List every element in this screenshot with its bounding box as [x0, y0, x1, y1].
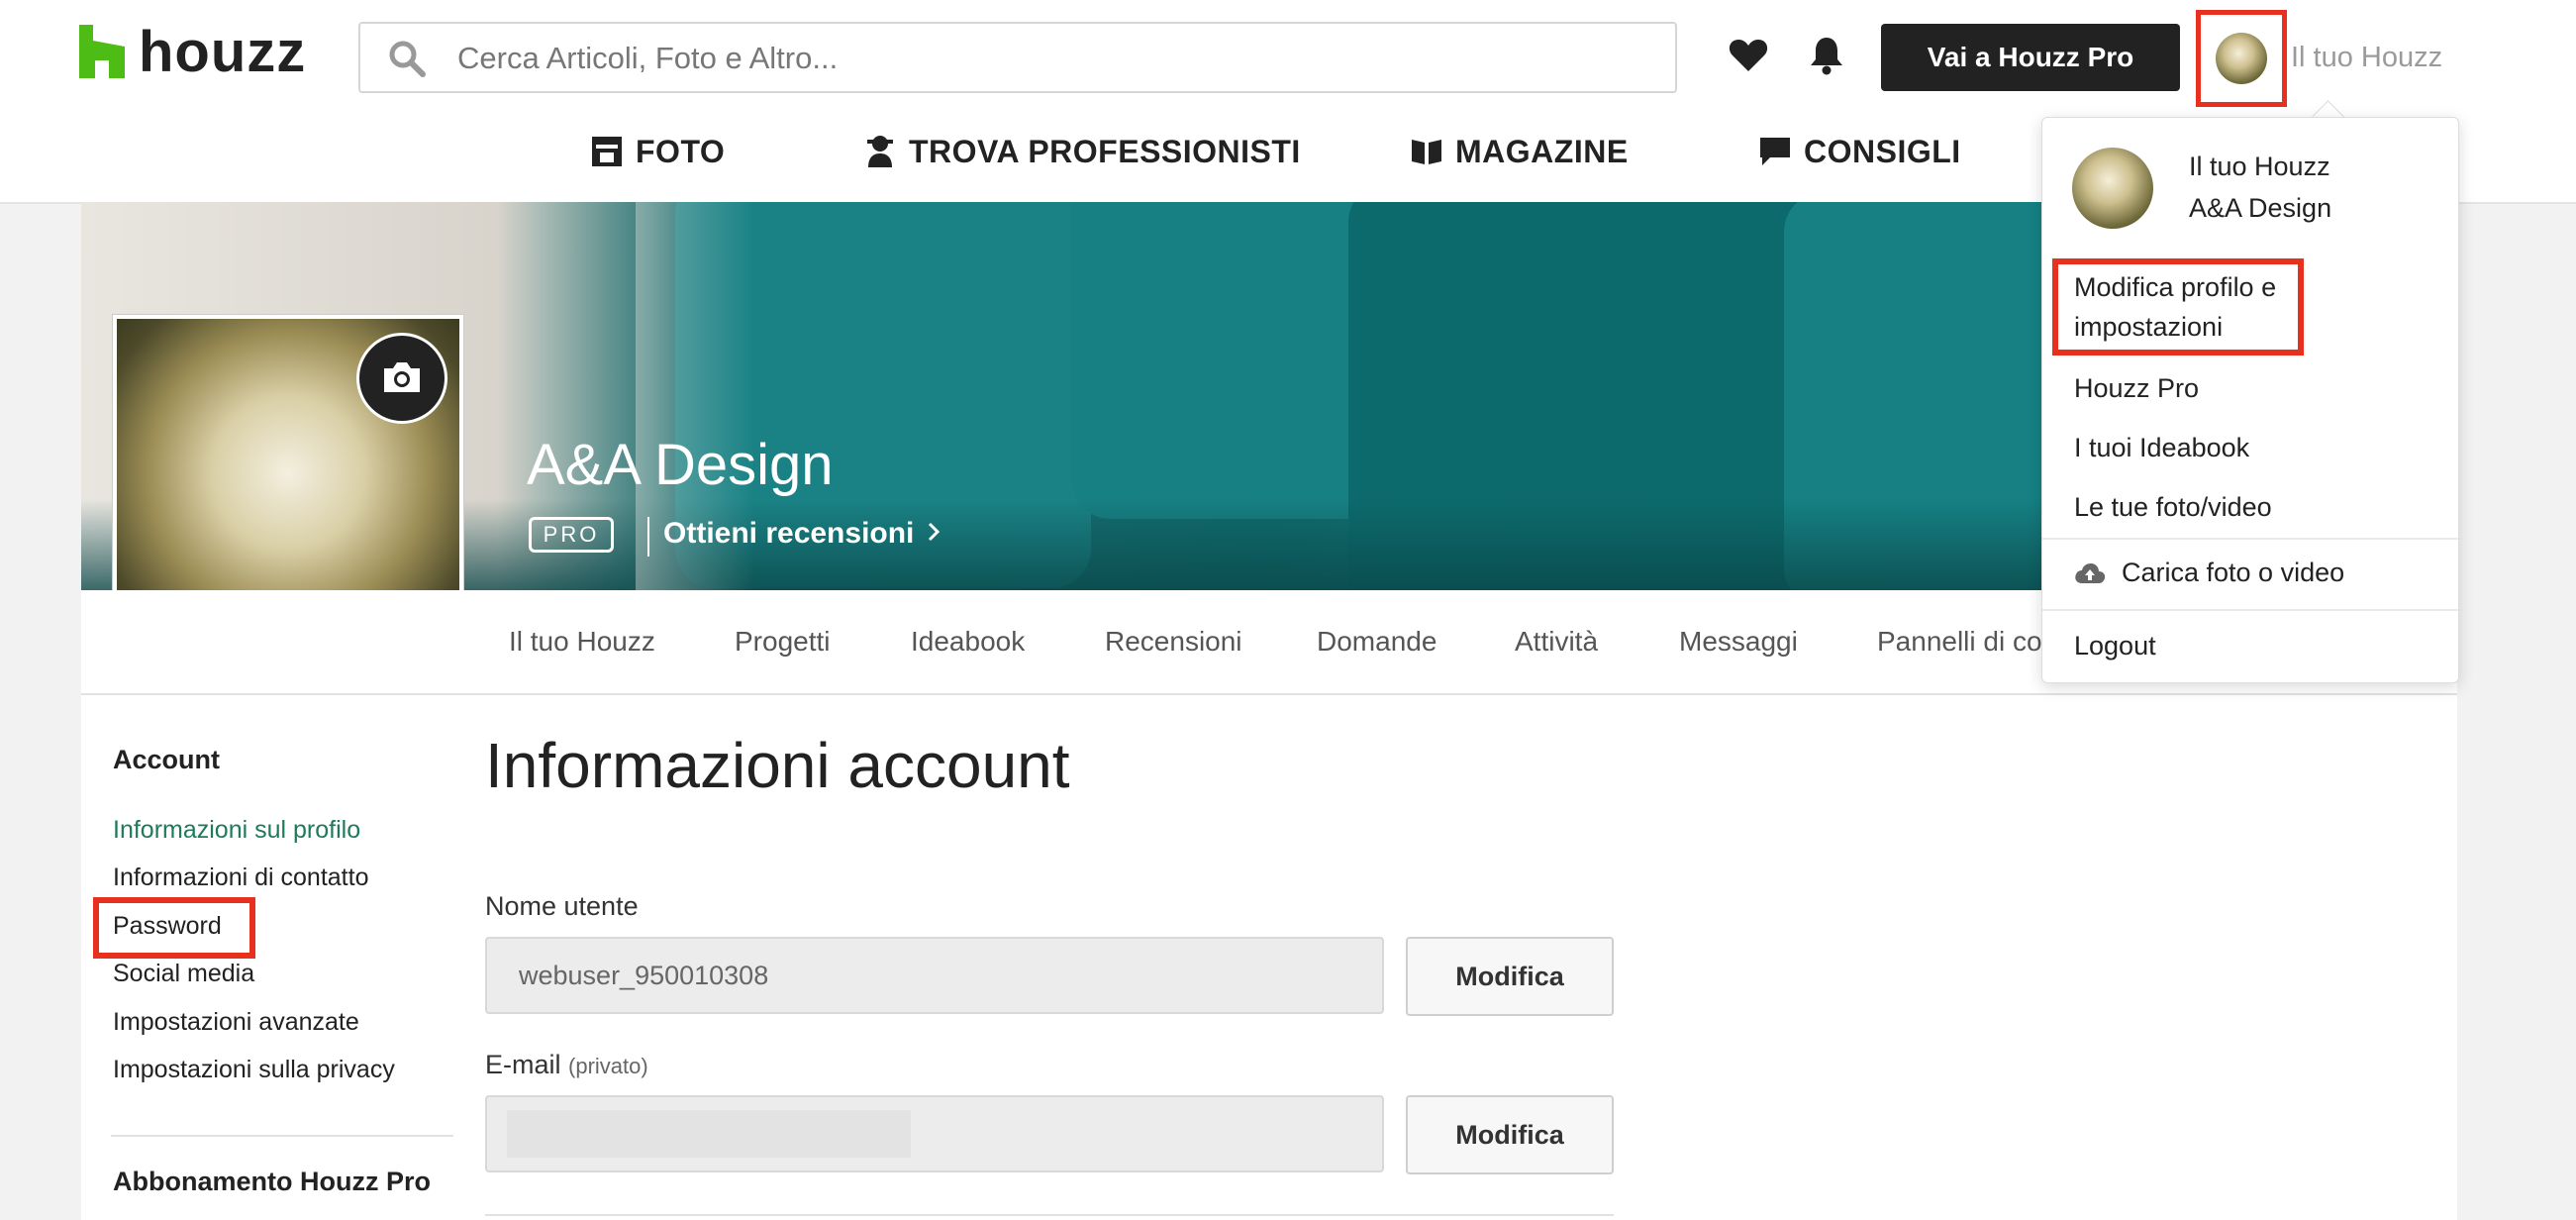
sidebar-item-profile-info[interactable]: Informazioni sul profilo [113, 816, 360, 845]
username-value: webuser_950010308 [519, 960, 769, 990]
dropdown-separator [2042, 609, 2458, 611]
heart-icon[interactable] [1729, 38, 1768, 73]
change-photo-button[interactable] [356, 333, 447, 424]
email-label-text: E-mail [485, 1050, 561, 1079]
password-highlight [93, 897, 255, 959]
pro-badge: PRO [529, 517, 614, 553]
search-icon [389, 41, 426, 77]
username-field: webuser_950010308 [485, 937, 1384, 1014]
dropdown-user-title[interactable]: Il tuo Houzz [2189, 152, 2330, 182]
profile-name: A&A Design [527, 433, 834, 497]
dropdown-separator [2042, 538, 2458, 540]
email-value-blurred [507, 1110, 911, 1158]
sidebar-divider [111, 1135, 453, 1137]
professional-icon [867, 136, 893, 167]
nav-trova-professionisti[interactable]: TROVA PROFESSIONISTI [863, 117, 1301, 186]
sidebar-item-privacy-settings[interactable]: Impostazioni sulla privacy [113, 1056, 395, 1084]
nav-trova-professionisti-label: TROVA PROFESSIONISTI [909, 133, 1301, 169]
dropdown-ideabooks[interactable]: I tuoi Ideabook [2074, 433, 2249, 463]
tab-domande[interactable]: Domande [1317, 590, 1437, 693]
email-private-note: (privato) [568, 1054, 648, 1078]
sidebar-subscription-heading: Abbonamento Houzz Pro [113, 1167, 431, 1196]
search-bar[interactable] [358, 22, 1677, 93]
photo-icon [592, 137, 622, 166]
camera-icon [384, 362, 420, 392]
sidebar-item-social-media[interactable]: Social media [113, 960, 254, 988]
logo-text: houzz [139, 19, 307, 84]
dropdown-logout[interactable]: Logout [2074, 631, 2156, 661]
user-menu-label[interactable]: Il tuo Houzz [2291, 42, 2442, 74]
edit-profile-highlight [2052, 258, 2304, 356]
search-input[interactable] [455, 24, 1647, 93]
nav-magazine[interactable]: MAGAZINE [1410, 117, 1629, 186]
dropdown-user-name: A&A Design [2189, 193, 2332, 223]
tab-attivita[interactable]: Attività [1515, 590, 1598, 693]
bell-icon[interactable] [1808, 36, 1845, 75]
dropdown-photos-videos[interactable]: Le tue foto/video [2074, 492, 2272, 523]
email-label: E-mail (privato) [485, 1050, 648, 1080]
sidebar-heading: Account [113, 745, 220, 774]
username-label: Nome utente [485, 891, 639, 921]
dropdown-houzz-pro[interactable]: Houzz Pro [2074, 373, 2199, 404]
get-reviews-label: Ottieni recensioni [663, 517, 915, 550]
edit-username-button[interactable]: Modifica [1406, 937, 1614, 1016]
sidebar-item-contact-info[interactable]: Informazioni di contatto [113, 864, 368, 892]
cloud-upload-icon [2075, 563, 2106, 583]
user-dropdown-menu: Il tuo Houzz A&A Design Modifica profilo… [2041, 117, 2459, 683]
tab-pannelli[interactable]: Pannelli di co [1877, 590, 2042, 693]
nav-consigli[interactable]: CONSIGLI [1758, 117, 1961, 186]
tab-ideabook[interactable]: Ideabook [911, 590, 1025, 693]
houzz-pro-button[interactable]: Vai a Houzz Pro [1881, 24, 2180, 91]
get-reviews-link[interactable]: Ottieni recensioni [663, 517, 941, 551]
chevron-right-icon [928, 522, 940, 542]
houzz-logo[interactable]: houzz [79, 20, 306, 84]
nav-foto-label: FOTO [636, 133, 726, 169]
dropdown-avatar [2072, 148, 2153, 229]
reviews-divider [647, 517, 649, 557]
content-divider [485, 1214, 1614, 1216]
magazine-icon [1412, 140, 1441, 164]
dropdown-upload[interactable]: Carica foto o video [2122, 558, 2344, 588]
tab-recensioni[interactable]: Recensioni [1105, 590, 1242, 693]
nav-foto[interactable]: FOTO [590, 117, 725, 186]
email-field [485, 1095, 1384, 1172]
tab-messaggi[interactable]: Messaggi [1679, 590, 1798, 693]
tab-progetti[interactable]: Progetti [735, 590, 831, 693]
sidebar-item-advanced-settings[interactable]: Impostazioni avanzate [113, 1008, 359, 1037]
page-title: Informazioni account [485, 730, 1070, 801]
chat-bubble-icon [1760, 138, 1790, 165]
edit-email-button[interactable]: Modifica [1406, 1095, 1614, 1174]
avatar [2216, 33, 2267, 84]
nav-consigli-label: CONSIGLI [1804, 133, 1961, 169]
nav-magazine-label: MAGAZINE [1455, 133, 1629, 169]
user-avatar-button[interactable] [2196, 10, 2287, 107]
houzz-logo-icon [79, 25, 125, 78]
tab-il-tuo-houzz[interactable]: Il tuo Houzz [509, 590, 655, 693]
